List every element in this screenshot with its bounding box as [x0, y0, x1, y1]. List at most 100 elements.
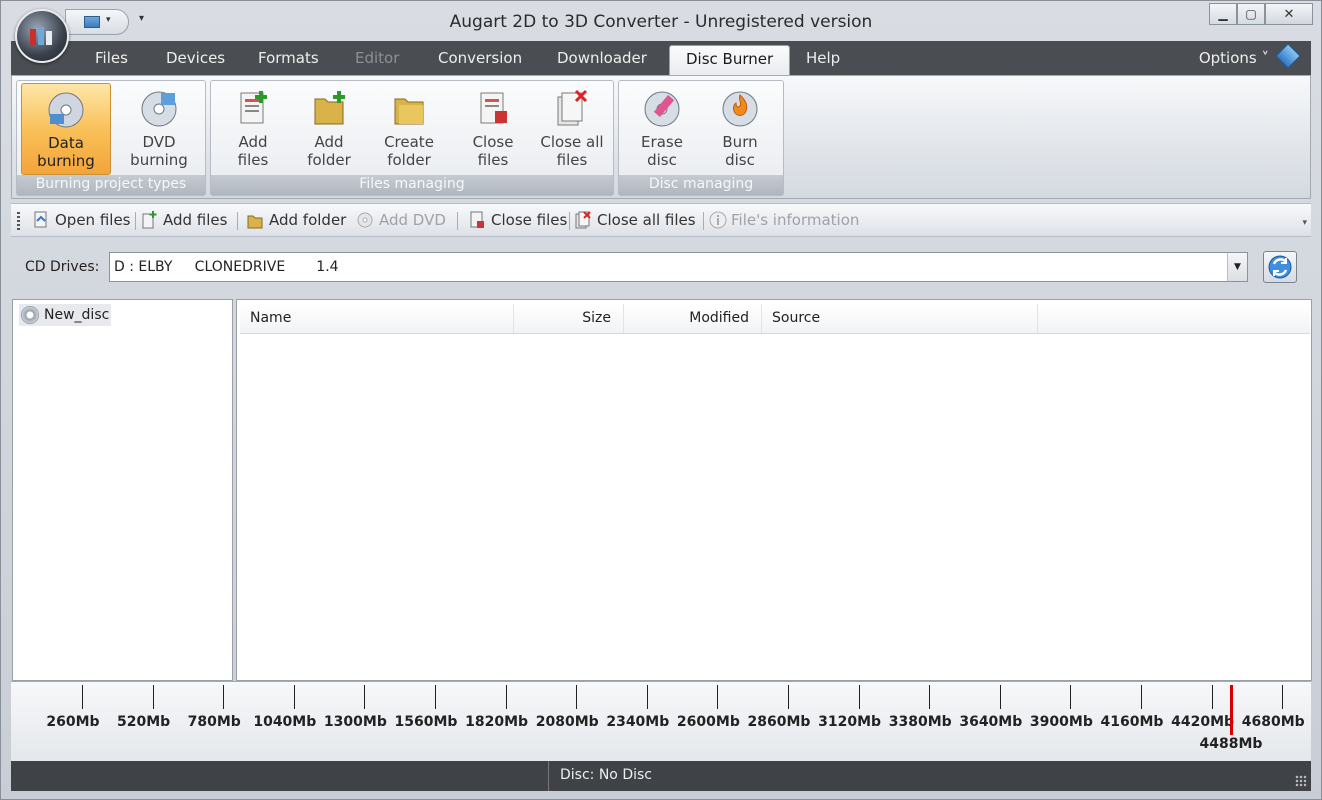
- open-files-button[interactable]: Open files: [33, 211, 131, 229]
- add-folder-icon: [247, 211, 263, 229]
- status-disc-text: Disc: No Disc: [560, 767, 652, 783]
- add-folder-button[interactable]: Add folder: [293, 83, 365, 175]
- ruler-tick-label: 1820Mb: [465, 714, 529, 730]
- column-name[interactable]: Name: [240, 304, 514, 333]
- tab-disc-burner[interactable]: Disc Burner: [669, 45, 791, 75]
- maximize-button[interactable]: ▢: [1237, 3, 1265, 25]
- app-menu-button[interactable]: [15, 9, 69, 63]
- add-folder-toolbar-button[interactable]: Add folder: [247, 211, 346, 229]
- erase-disc-icon: [642, 89, 682, 129]
- data-burning-button[interactable]: Data burning: [21, 83, 111, 175]
- add-file-icon: [233, 89, 273, 129]
- close-all-files-toolbar-button[interactable]: Close all files: [575, 211, 696, 229]
- refresh-icon: [1268, 255, 1292, 279]
- app-window: ▾ ▾ Augart 2D to 3D Converter - Unregist…: [0, 0, 1322, 800]
- capacity-marker-label: 4488Mb: [1199, 736, 1263, 752]
- group-disc-managing: Erase disc Burn disc Disc managing: [618, 80, 784, 196]
- ruler-tick: [929, 685, 931, 709]
- help-icon[interactable]: [1275, 43, 1301, 69]
- group-label: Disc managing: [619, 175, 783, 195]
- refresh-drives-button[interactable]: [1263, 251, 1297, 283]
- ruler-tick-label: 1560Mb: [394, 714, 458, 730]
- capacity-marker[interactable]: [1230, 685, 1233, 735]
- ruler-tick: [82, 685, 83, 709]
- close-button[interactable]: ✕: [1265, 3, 1313, 25]
- minimize-button[interactable]: ▁: [1209, 3, 1237, 25]
- ruler-tick: [435, 685, 436, 709]
- file-list[interactable]: Name Size Modified Source: [236, 299, 1312, 681]
- add-dvd-button[interactable]: Add DVD: [357, 211, 446, 229]
- add-folder-icon: [309, 89, 349, 129]
- column-size[interactable]: Size: [514, 304, 624, 333]
- add-files-toolbar-button[interactable]: Add files: [141, 211, 227, 229]
- ruler-tick-label: 520Mb: [117, 714, 171, 730]
- ruler-tick: [152, 685, 154, 709]
- create-folder-button[interactable]: Create folder: [369, 83, 449, 175]
- ruler-tick: [505, 685, 507, 709]
- tab-help[interactable]: Help: [806, 49, 840, 67]
- info-icon: [709, 211, 727, 229]
- ruler-tick: [858, 685, 860, 709]
- file-information-button[interactable]: File's information: [709, 211, 859, 229]
- files-toolbar: Open files Add files Add folder Add DVD …: [11, 203, 1311, 237]
- ruler-tick-label: 260Mb: [46, 714, 100, 730]
- tab-editor[interactable]: Editor: [355, 49, 399, 67]
- toolbar-overflow-icon[interactable]: ▾: [1302, 218, 1307, 228]
- ruler-tick-label: 2080Mb: [535, 714, 599, 730]
- toolbar-separator: [569, 212, 570, 230]
- toolbar-separator: [457, 212, 458, 230]
- tab-formats[interactable]: Formats: [258, 49, 319, 67]
- tab-conversion[interactable]: Conversion: [438, 49, 522, 67]
- tab-downloader[interactable]: Downloader: [557, 49, 647, 67]
- title-bar: ▾ ▾ Augart 2D to 3D Converter - Unregist…: [1, 1, 1321, 63]
- close-file-icon: [469, 211, 485, 229]
- close-files-button[interactable]: Close files: [457, 83, 529, 175]
- ruler-tick-label: 4160Mb: [1100, 714, 1164, 730]
- toolbar-grip[interactable]: [17, 212, 20, 230]
- ruler-tick-label: 1300Mb: [323, 714, 387, 730]
- add-files-button[interactable]: Add files: [217, 83, 289, 175]
- burn-disc-button[interactable]: Burn disc: [703, 83, 777, 175]
- ruler-tick-label: 3900Mb: [1029, 714, 1093, 730]
- tree-item-new-disc[interactable]: New_disc: [19, 304, 112, 326]
- capacity-ruler: 260Mb 520Mb 780Mb 1040Mb 1300Mb 1560Mb 1820Mb 2…: [11, 681, 1311, 761]
- close-files-toolbar-button[interactable]: Close files: [469, 211, 567, 229]
- file-list-header: Name Size Modified Source: [240, 304, 1310, 334]
- dvd-disc-icon: [139, 89, 179, 129]
- disc-tree[interactable]: New_disc: [12, 299, 233, 681]
- ruler-tick: [646, 685, 648, 709]
- column-modified[interactable]: Modified: [624, 304, 762, 333]
- dvd-burning-button[interactable]: DVD burning: [115, 83, 203, 175]
- ribbon-panel: Data burning DVD burning Burning project…: [11, 75, 1311, 199]
- ruler-tick-label: 780Mb: [187, 714, 241, 730]
- cd-drives-label: CD Drives:: [25, 259, 100, 275]
- ruler-tick: [1282, 685, 1284, 709]
- tab-files[interactable]: Files: [95, 49, 128, 67]
- erase-disc-button[interactable]: Erase disc: [625, 83, 699, 175]
- open-file-icon: [33, 211, 49, 229]
- ruler-tick-label: 4420Mb: [1171, 714, 1235, 730]
- close-all-files-icon: [575, 211, 591, 229]
- add-file-icon: [141, 211, 157, 229]
- disc-icon: [21, 306, 39, 324]
- ruler-tick-label: 2600Mb: [676, 714, 740, 730]
- cd-drives-select[interactable]: D : ELBY CLONEDRIVE 1.4 ▼: [109, 252, 1248, 282]
- options-menu[interactable]: Options ˅: [1199, 49, 1269, 67]
- cd-drives-row: CD Drives: D : ELBY CLONEDRIVE 1.4 ▼: [11, 241, 1311, 297]
- group-files-managing: Add files Add folder Create folder Close…: [210, 80, 614, 196]
- close-all-files-icon: [552, 89, 592, 129]
- ruler-tick: [717, 685, 719, 709]
- resize-grip-icon[interactable]: [1295, 775, 1307, 787]
- chevron-down-icon[interactable]: ▼: [1227, 253, 1247, 281]
- ruler-tick: [223, 685, 225, 709]
- group-label: Burning project types: [17, 175, 205, 195]
- toolbar-separator: [237, 212, 238, 230]
- toolbar-separator: [703, 212, 704, 230]
- tab-devices[interactable]: Devices: [166, 49, 225, 67]
- ruler-tick: [1141, 685, 1142, 709]
- ruler-tick: [1211, 685, 1213, 709]
- close-all-files-button[interactable]: Close all files: [533, 83, 611, 175]
- ruler-tick: [1070, 685, 1072, 709]
- column-source[interactable]: Source: [762, 304, 1038, 333]
- ruler-tick: [293, 685, 295, 709]
